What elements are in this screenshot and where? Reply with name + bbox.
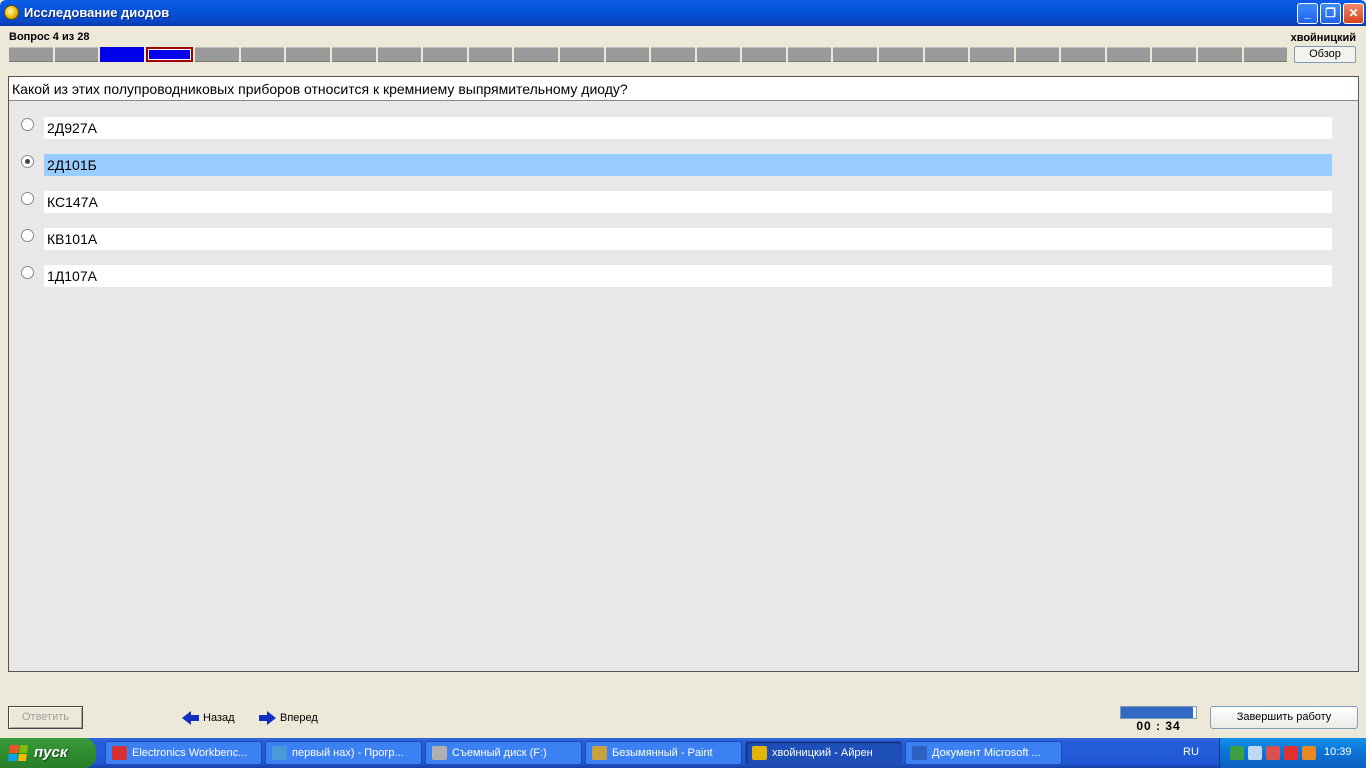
question-cell-28[interactable] <box>1243 47 1288 62</box>
start-label: пуск <box>34 744 68 761</box>
question-cell-3[interactable] <box>100 47 144 62</box>
window-title: Исследование диодов <box>24 5 170 20</box>
timer-readout: 00 : 34 <box>1136 719 1181 733</box>
paint-icon <box>592 746 607 760</box>
question-cell-14[interactable] <box>605 47 650 62</box>
question-cell-8[interactable] <box>332 47 376 62</box>
question-cell-22[interactable] <box>970 47 1014 62</box>
question-progress-bar <box>9 47 1288 62</box>
minimize-icon: _ <box>1304 6 1311 20</box>
antivirus-icon[interactable] <box>1284 746 1298 760</box>
book-icon[interactable] <box>1302 746 1316 760</box>
question-cell-5[interactable] <box>195 47 239 62</box>
question-cell-2[interactable] <box>54 47 99 62</box>
option-radio-1[interactable] <box>21 118 34 131</box>
hardware-icon[interactable] <box>1266 746 1280 760</box>
option-radio-2[interactable] <box>21 155 34 168</box>
question-cell-25[interactable] <box>1106 47 1151 62</box>
taskbar-item-4[interactable]: Безымянный - Paint <box>585 741 742 765</box>
answer-button[interactable]: Ответить <box>8 706 83 729</box>
close-button[interactable]: ✕ <box>1343 3 1364 24</box>
question-cell-21[interactable] <box>924 47 969 62</box>
question-cell-23[interactable] <box>1015 47 1060 62</box>
image-icon <box>272 746 287 760</box>
window-titlebar: Исследование диодов _ ❐ ✕ <box>0 0 1366 26</box>
question-cell-7[interactable] <box>286 47 331 62</box>
username-label: хвойницкий <box>1290 32 1356 44</box>
question-cell-11[interactable] <box>468 47 513 62</box>
taskbar-item-label: первый нах) - Прогр... <box>292 747 404 759</box>
question-cell-24[interactable] <box>1061 47 1105 62</box>
taskbar-item-5[interactable]: хвойницкий - Айрен <box>745 741 902 765</box>
taskbar: пуск Electronics Workbenc... первый нах)… <box>0 738 1366 768</box>
display-icon[interactable] <box>1248 746 1262 760</box>
network-icon[interactable] <box>1230 746 1244 760</box>
question-cell-9[interactable] <box>377 47 422 62</box>
question-cell-19[interactable] <box>833 47 877 62</box>
question-cell-10[interactable] <box>423 47 467 62</box>
taskbar-item-2[interactable]: первый нах) - Прогр... <box>265 741 422 765</box>
back-button[interactable]: Назад <box>182 710 235 726</box>
drive-icon <box>432 746 447 760</box>
minimize-button[interactable]: _ <box>1297 3 1318 24</box>
option-3[interactable]: КС147А <box>44 191 1332 213</box>
taskbar-item-label: Безымянный - Paint <box>612 747 713 759</box>
question-cell-1[interactable] <box>9 47 53 62</box>
app-icon <box>4 5 19 20</box>
question-panel: Какой из этих полупроводниковых приборов… <box>8 76 1359 672</box>
taskbar-item-3[interactable]: Съемный диск (F:) <box>425 741 582 765</box>
option-1[interactable]: 2Д927А <box>44 117 1332 139</box>
timer-progress-bar <box>1120 706 1197 719</box>
finish-button[interactable]: Завершить работу <box>1210 706 1358 729</box>
taskbar-item-6[interactable]: Документ Microsoft ... <box>905 741 1062 765</box>
question-cell-20[interactable] <box>878 47 923 62</box>
overview-button[interactable]: Обзор <box>1294 46 1356 63</box>
restore-button[interactable]: ❐ <box>1320 3 1341 24</box>
option-radio-4[interactable] <box>21 229 34 242</box>
option-5[interactable]: 1Д107А <box>44 265 1332 287</box>
question-cell-4[interactable] <box>145 47 194 62</box>
question-counter: Вопрос 4 из 28 <box>9 31 90 43</box>
forward-button[interactable]: Вперед <box>259 710 318 726</box>
question-text: Какой из этих полупроводниковых приборов… <box>9 77 1358 101</box>
app-icon <box>752 746 767 760</box>
taskbar-item-1[interactable]: Electronics Workbenc... <box>105 741 262 765</box>
language-indicator[interactable]: RU <box>1183 746 1199 758</box>
taskbar-item-label: хвойницкий - Айрен <box>772 747 873 759</box>
option-radio-3[interactable] <box>21 192 34 205</box>
timer-progress-fill <box>1121 707 1193 718</box>
arrow-right-icon <box>259 711 276 725</box>
question-cell-13[interactable] <box>559 47 604 62</box>
question-cell-15[interactable] <box>651 47 695 62</box>
back-label: Назад <box>203 712 235 724</box>
question-cell-26[interactable] <box>1152 47 1197 62</box>
clock[interactable]: 10:39 <box>1324 746 1352 758</box>
taskbar-item-label: Съемный диск (F:) <box>452 747 547 759</box>
option-2[interactable]: 2Д101Б <box>44 154 1332 176</box>
app-icon <box>112 746 127 760</box>
question-cell-27[interactable] <box>1198 47 1242 62</box>
arrow-left-icon <box>182 711 199 725</box>
question-cell-16[interactable] <box>696 47 741 62</box>
restore-icon: ❐ <box>1325 6 1336 20</box>
question-cell-17[interactable] <box>742 47 786 62</box>
question-cell-12[interactable] <box>514 47 558 62</box>
close-icon: ✕ <box>1348 6 1359 20</box>
word-document-icon <box>912 746 927 760</box>
start-button[interactable]: пуск <box>0 738 96 768</box>
forward-label: Вперед <box>280 712 318 724</box>
option-radio-5[interactable] <box>21 266 34 279</box>
taskbar-item-label: Electronics Workbenc... <box>132 747 248 759</box>
question-cell-18[interactable] <box>787 47 832 62</box>
question-cell-6[interactable] <box>240 47 285 62</box>
taskbar-item-label: Документ Microsoft ... <box>932 747 1041 759</box>
windows-logo-icon <box>7 745 29 761</box>
option-4[interactable]: КВ101А <box>44 228 1332 250</box>
